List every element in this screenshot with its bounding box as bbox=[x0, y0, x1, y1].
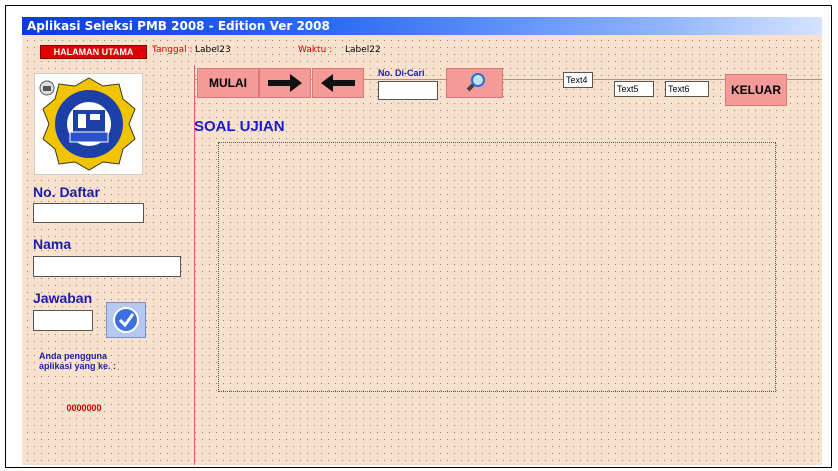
jawaban-input[interactable] bbox=[33, 310, 93, 331]
prev-button[interactable] bbox=[312, 68, 364, 98]
title-bar: Aplikasi Seleksi PMB 2008 - Edition Ver … bbox=[22, 17, 822, 35]
tanggal-label: Tanggal : bbox=[152, 45, 193, 55]
user-note-line2: aplikasi yang ke. : bbox=[39, 361, 117, 371]
magnifier-icon bbox=[466, 73, 485, 92]
tanggal-value: Label23 bbox=[195, 45, 231, 55]
submit-answer-button[interactable] bbox=[106, 302, 146, 338]
window-title: Aplikasi Seleksi PMB 2008 - Edition Ver … bbox=[27, 19, 330, 33]
text5-field[interactable]: Text5 bbox=[614, 81, 654, 97]
nama-label: Nama bbox=[33, 236, 72, 252]
waktu-label: Waktu : bbox=[298, 45, 333, 55]
next-button[interactable] bbox=[259, 68, 311, 98]
logo-image bbox=[39, 77, 136, 171]
question-area bbox=[218, 142, 776, 392]
nama-input[interactable] bbox=[33, 256, 181, 277]
text4-field[interactable]: Text4 bbox=[563, 72, 593, 88]
search-input[interactable] bbox=[378, 81, 438, 100]
form-area: HALAMAN UTAMA Tanggal : Label23 Waktu : … bbox=[22, 35, 822, 465]
no-daftar-label: No. Daftar bbox=[33, 184, 100, 200]
search-button[interactable] bbox=[446, 68, 503, 98]
keluar-button[interactable]: KELUAR bbox=[725, 74, 787, 106]
arrow-left-icon bbox=[321, 74, 355, 92]
user-counter: 0000000 bbox=[66, 403, 102, 413]
text6-field[interactable]: Text6 bbox=[665, 81, 709, 97]
checkmark-icon bbox=[113, 307, 139, 333]
mulai-button[interactable]: MULAI bbox=[197, 68, 259, 98]
home-button[interactable]: HALAMAN UTAMA bbox=[40, 45, 147, 59]
jawaban-label: Jawaban bbox=[33, 290, 93, 306]
waktu-value: Label22 bbox=[345, 45, 381, 55]
no-daftar-input[interactable] bbox=[33, 203, 144, 223]
user-note: Anda pengguna aplikasi yang ke. : bbox=[39, 351, 116, 371]
page-title: SOAL UJIAN bbox=[194, 118, 285, 135]
mulai-label: MULAI bbox=[209, 76, 247, 90]
keluar-label: KELUAR bbox=[731, 83, 781, 97]
user-note-line1: Anda pengguna bbox=[39, 351, 107, 361]
arrow-right-icon bbox=[268, 74, 302, 92]
stmik-logo bbox=[34, 73, 143, 175]
search-label: No. Di-Cari bbox=[378, 68, 425, 78]
